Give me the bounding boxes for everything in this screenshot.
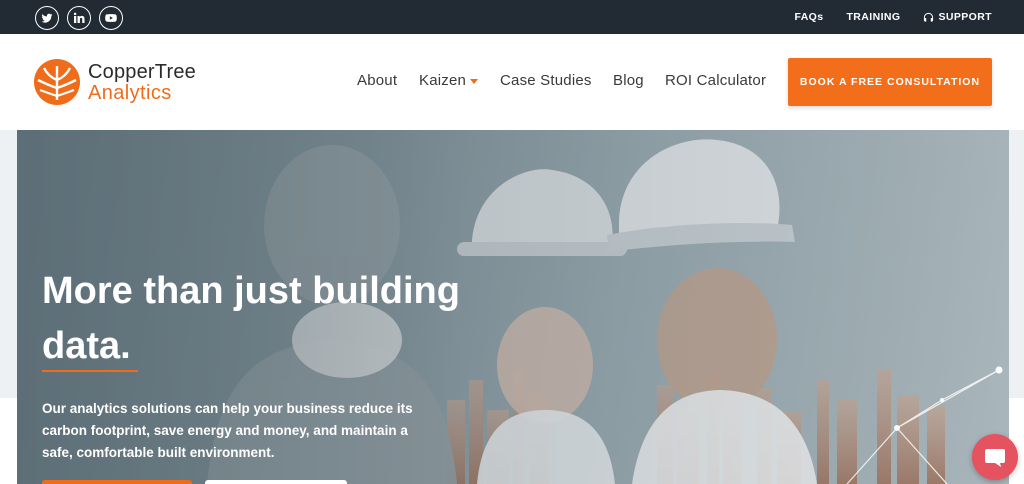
training-link[interactable]: TRAINING [846,11,900,23]
linkedin-icon[interactable] [67,6,91,30]
hero-title: More than just building data. [42,270,460,367]
nav-about[interactable]: About [357,72,397,89]
youtube-icon[interactable] [99,6,123,30]
chat-bubble-icon [985,449,1005,467]
support-link-label: SUPPORT [938,11,992,23]
nav-kaizen-label: Kaizen [419,72,467,89]
twitter-icon[interactable] [35,6,59,30]
coppertree-logo-icon [34,59,80,105]
headset-icon [924,12,934,22]
nav-case-studies[interactable]: Case Studies [500,72,592,89]
nav-roi-calculator[interactable]: ROI Calculator [665,72,766,89]
site-header: CopperTree Analytics About Kaizen Case S… [0,34,1024,130]
hero-divider [42,370,138,372]
utility-bar: FAQs TRAINING SUPPORT [0,0,1024,34]
logo-wordmark-bottom: Analytics [88,82,172,104]
faqs-link[interactable]: FAQs [794,11,823,23]
hero-subtitle: Our analytics solutions can help your bu… [42,401,413,460]
logo-wordmark-top: CopperTree [88,61,196,83]
chevron-down-icon [470,78,479,84]
coppertree-logo[interactable]: CopperTree Analytics [33,58,223,108]
hero-secondary-button[interactable] [205,480,347,484]
book-consultation-button[interactable]: BOOK A FREE CONSULTATION [788,58,992,106]
chat-widget-button[interactable] [972,434,1018,480]
hero-primary-button[interactable] [42,480,192,484]
nav-blog[interactable]: Blog [613,72,644,89]
nav-kaizen[interactable]: Kaizen [419,72,479,89]
hero-banner: More than just building data. Our analyt… [17,130,1009,484]
support-link[interactable]: SUPPORT [923,11,992,23]
